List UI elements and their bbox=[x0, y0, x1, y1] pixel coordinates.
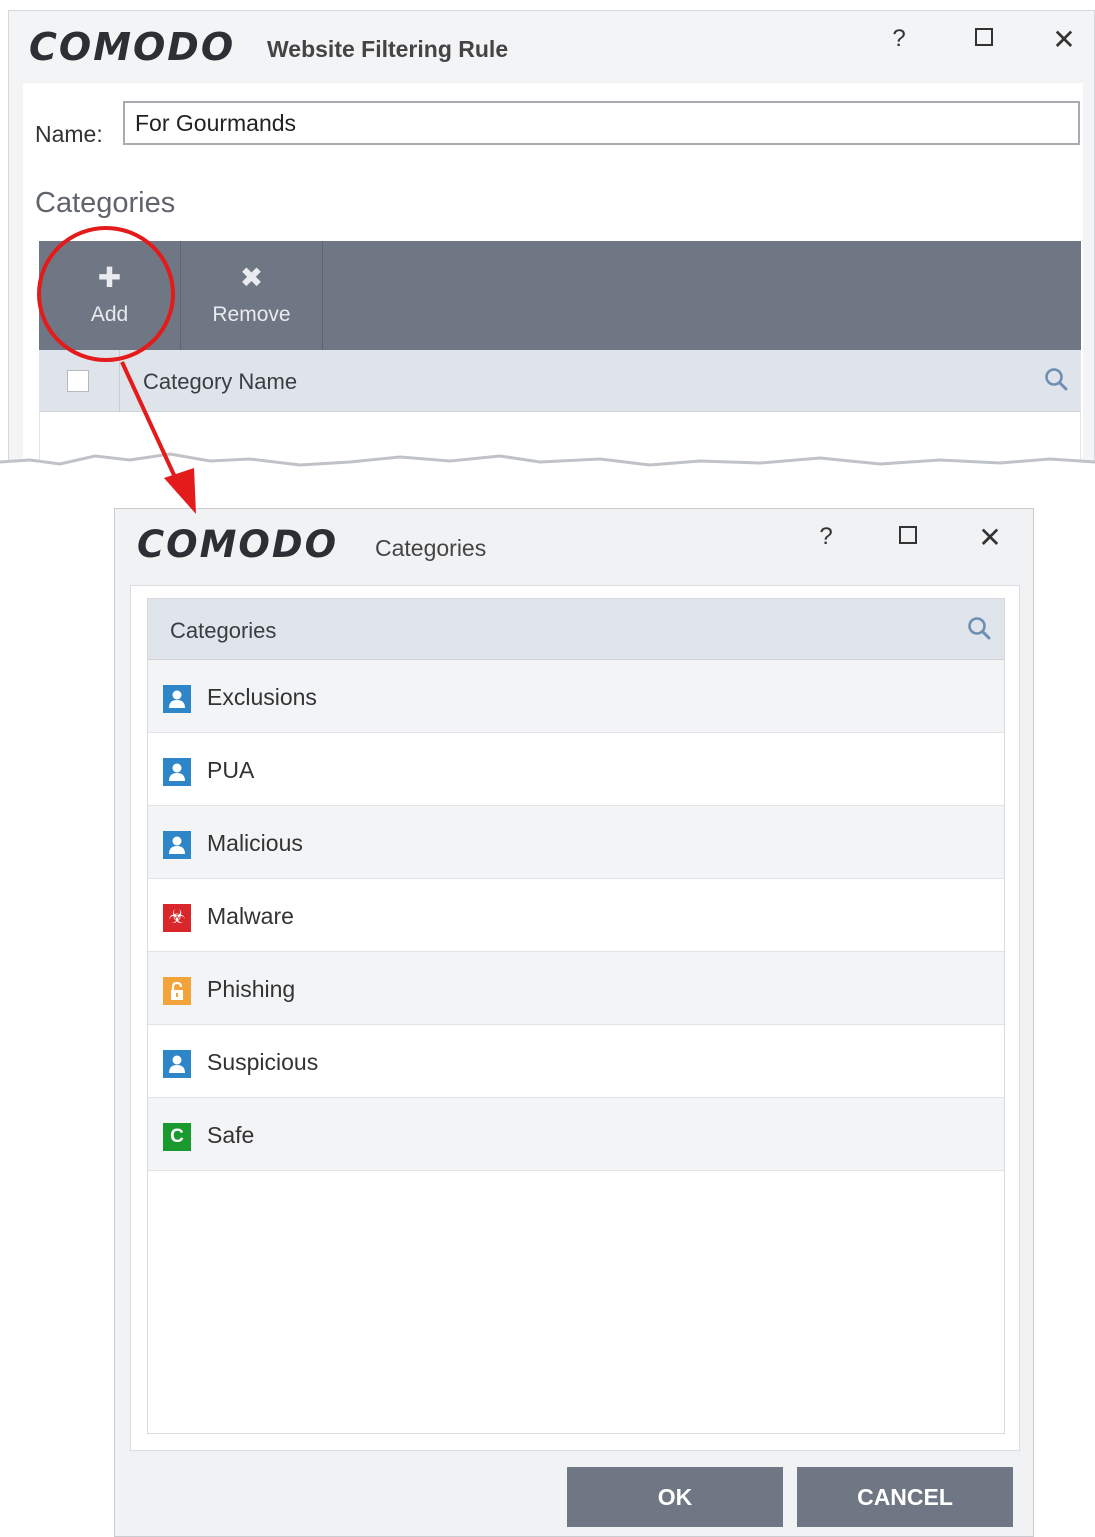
help-button[interactable]: ? bbox=[811, 523, 841, 551]
lock-icon bbox=[163, 977, 191, 1005]
category-name-column[interactable]: Category Name bbox=[143, 369, 297, 395]
c-icon: C bbox=[163, 1123, 191, 1151]
category-label: Suspicious bbox=[207, 1049, 319, 1075]
category-label: Malware bbox=[207, 903, 294, 929]
name-input[interactable] bbox=[123, 101, 1080, 145]
category-label: Exclusions bbox=[207, 684, 317, 710]
category-label: Phishing bbox=[207, 976, 296, 1002]
plus-icon: ✚ bbox=[97, 262, 122, 293]
window-title: Website Filtering Rule bbox=[267, 36, 509, 62]
comodo-logo: COMODO bbox=[29, 25, 236, 69]
categories-column[interactable]: Categories bbox=[170, 618, 276, 644]
remove-label: Remove bbox=[212, 303, 291, 326]
categories-window: COMODO Categories ? ✕ Categories Exclusi… bbox=[114, 508, 1034, 1537]
torn-edge-divider bbox=[0, 452, 1095, 500]
category-row-pua[interactable]: PUA bbox=[148, 733, 1004, 806]
rule-content: Name: Categories ✚ Add ✖ Remove Category… bbox=[23, 83, 1083, 481]
maximize-button[interactable] bbox=[969, 25, 999, 53]
remove-button[interactable]: ✖ Remove bbox=[181, 241, 323, 350]
comodo-logo: COMODO bbox=[137, 523, 339, 566]
cancel-button[interactable]: CANCEL bbox=[797, 1467, 1013, 1527]
category-label: PUA bbox=[207, 757, 255, 783]
category-row-safe[interactable]: C Safe bbox=[148, 1098, 1004, 1171]
search-icon[interactable] bbox=[966, 615, 992, 646]
name-label: Name: bbox=[35, 121, 103, 147]
categories-list-header: Categories bbox=[148, 599, 1004, 660]
category-row-malicious[interactable]: Malicious bbox=[148, 806, 1004, 879]
categories-toolbar: ✚ Add ✖ Remove bbox=[39, 241, 1081, 350]
search-icon[interactable] bbox=[1043, 366, 1069, 397]
category-table-header: Category Name bbox=[39, 350, 1081, 412]
maximize-icon bbox=[899, 526, 917, 544]
category-row-phishing[interactable]: Phishing bbox=[148, 952, 1004, 1025]
help-button[interactable]: ? bbox=[884, 25, 914, 53]
maximize-icon bbox=[975, 28, 993, 46]
column-divider bbox=[119, 350, 120, 412]
close-button[interactable]: ✕ bbox=[1049, 23, 1079, 56]
maximize-button[interactable] bbox=[893, 523, 923, 551]
category-row-suspicious[interactable]: Suspicious bbox=[148, 1025, 1004, 1098]
category-label: Safe bbox=[207, 1122, 255, 1148]
category-row-malware[interactable]: ☣ Malware bbox=[148, 879, 1004, 952]
window-title: Categories bbox=[375, 535, 487, 561]
title-bar: COMODO Website Filtering Rule ? ✕ bbox=[9, 11, 1094, 83]
website-filtering-rule-window: COMODO Website Filtering Rule ? ✕ Name: … bbox=[8, 10, 1095, 481]
user-icon bbox=[163, 831, 191, 859]
category-label: Malicious bbox=[207, 830, 303, 856]
category-row-exclusions[interactable]: Exclusions bbox=[148, 660, 1004, 733]
ok-button[interactable]: OK bbox=[567, 1467, 783, 1527]
select-all-checkbox[interactable] bbox=[67, 370, 89, 392]
x-icon: ✖ bbox=[239, 262, 264, 293]
user-icon bbox=[163, 685, 191, 713]
add-label: Add bbox=[90, 303, 129, 326]
categories-heading: Categories bbox=[35, 187, 176, 219]
user-icon bbox=[163, 1050, 191, 1078]
close-button[interactable]: ✕ bbox=[975, 521, 1005, 554]
add-button[interactable]: ✚ Add bbox=[39, 241, 181, 350]
categories-list: Categories Exclusions PUA Malicious ☣ Ma… bbox=[147, 598, 1005, 1434]
biohazard-icon: ☣ bbox=[163, 904, 191, 932]
user-icon bbox=[163, 758, 191, 786]
categories-panel: Categories Exclusions PUA Malicious ☣ Ma… bbox=[130, 585, 1020, 1451]
